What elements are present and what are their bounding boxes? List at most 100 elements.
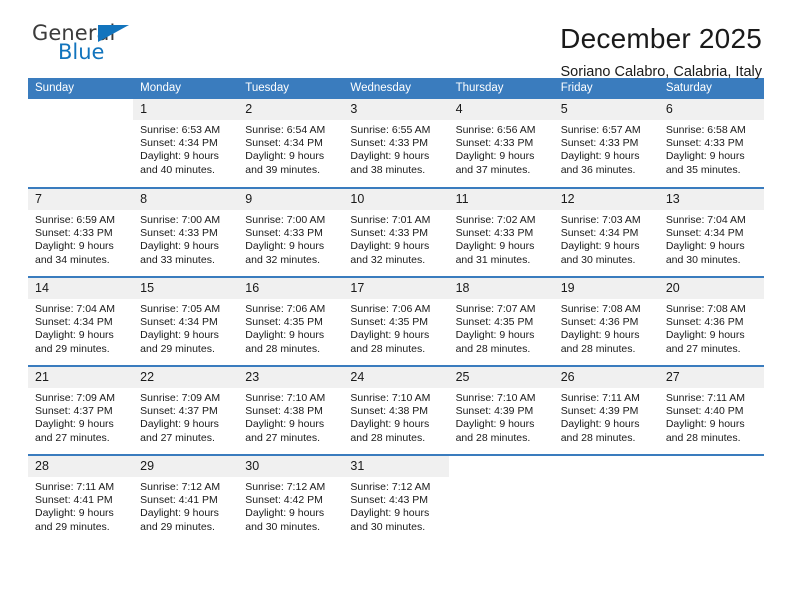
calendar-page: General Blue December 2025 Soriano Calab… xyxy=(0,0,792,612)
daylight-text-line2: and 37 minutes. xyxy=(455,163,531,176)
day-cell[interactable]: 29 Sunrise: 7:12 AM Sunset: 4:41 PM Dayligh… xyxy=(133,456,239,544)
day-number: 7 xyxy=(28,189,134,210)
daylight-text-line2: and 28 minutes. xyxy=(455,342,531,355)
calendar-cell: 13 Sunrise: 7:04 AM Sunset: 4:34 PM Dayligh… xyxy=(658,187,764,277)
daylight-text-line2: and 28 minutes. xyxy=(350,342,426,355)
day-cell[interactable]: 7 Sunrise: 6:59 AM Sunset: 4:33 PM Daylight… xyxy=(28,189,134,276)
daylight-text-line1: Daylight: 9 hours xyxy=(35,240,114,253)
day-number: 30 xyxy=(238,456,344,477)
day-cell[interactable]: 26 Sunrise: 7:11 AM Sunset: 4:39 PM Dayligh… xyxy=(553,367,659,454)
day-details: Sunrise: 6:58 AM Sunset: 4:33 PM Daylight:… xyxy=(659,120,764,177)
day-details: Sunrise: 7:05 AM Sunset: 4:34 PM Daylight:… xyxy=(133,299,238,356)
calendar-week-row: 14 Sunrise: 7:04 AM Sunset: 4:34 PM Dayligh… xyxy=(28,276,764,366)
day-details: Sunrise: 7:10 AM Sunset: 4:38 PM Daylight:… xyxy=(238,388,343,445)
day-cell[interactable]: 4 Sunrise: 6:56 AM Sunset: 4:33 PM Daylight… xyxy=(448,99,554,187)
sunset-text: Sunset: 4:33 PM xyxy=(35,227,113,240)
sunset-text: Sunset: 4:35 PM xyxy=(455,316,534,329)
calendar-cell xyxy=(28,99,133,188)
day-details: Sunrise: 7:11 AM Sunset: 4:41 PM Daylight:… xyxy=(28,477,133,534)
day-details: Sunrise: 7:12 AM Sunset: 4:41 PM Daylight:… xyxy=(133,477,238,534)
day-cell[interactable]: 31 Sunrise: 7:12 AM Sunset: 4:43 PM Dayligh… xyxy=(343,456,449,544)
day-cell[interactable]: 9 Sunrise: 7:00 AM Sunset: 4:33 PM Daylight… xyxy=(238,189,344,276)
daylight-text-line2: and 36 minutes. xyxy=(560,163,636,176)
calendar-cell: 21 Sunrise: 7:09 AM Sunset: 4:37 PM Dayligh… xyxy=(28,365,134,455)
sunrise-text: Sunrise: 7:05 AM xyxy=(140,303,221,315)
calendar-cell: 22 Sunrise: 7:09 AM Sunset: 4:37 PM Dayligh… xyxy=(133,365,239,455)
day-cell[interactable]: 22 Sunrise: 7:09 AM Sunset: 4:37 PM Dayligh… xyxy=(133,367,239,454)
day-cell[interactable]: 8 Sunrise: 7:00 AM Sunset: 4:33 PM Daylight… xyxy=(133,189,239,276)
day-cell[interactable]: 6 Sunrise: 6:58 AM Sunset: 4:33 PM Daylight… xyxy=(658,99,764,187)
day-details: Sunrise: 7:08 AM Sunset: 4:36 PM Daylight:… xyxy=(554,299,659,356)
sunrise-text: Sunrise: 7:00 AM xyxy=(140,214,221,226)
day-number: 29 xyxy=(133,456,239,477)
calendar-cell: 16 Sunrise: 7:06 AM Sunset: 4:35 PM Dayligh… xyxy=(238,276,344,366)
sunset-text: Sunset: 4:33 PM xyxy=(455,227,534,240)
day-cell[interactable]: 15 Sunrise: 7:05 AM Sunset: 4:34 PM Dayligh… xyxy=(133,278,239,365)
brand-logo[interactable]: General Blue xyxy=(28,22,148,74)
daylight-text-line1: Daylight: 9 hours xyxy=(665,150,745,163)
sunset-text: Sunset: 4:38 PM xyxy=(245,405,323,418)
daylight-text-line1: Daylight: 9 hours xyxy=(35,418,114,431)
sunrise-text: Sunrise: 7:01 AM xyxy=(350,214,431,226)
daylight-text-line2: and 39 minutes. xyxy=(245,163,320,176)
day-cell[interactable]: 27 Sunrise: 7:11 AM Sunset: 4:40 PM Dayligh… xyxy=(658,367,764,454)
day-cell[interactable]: 12 Sunrise: 7:03 AM Sunset: 4:34 PM Dayligh… xyxy=(553,189,659,276)
day-cell[interactable]: 11 Sunrise: 7:02 AM Sunset: 4:33 PM Dayligh… xyxy=(448,189,554,276)
sunset-text: Sunset: 4:33 PM xyxy=(350,227,429,240)
day-cell[interactable]: 25 Sunrise: 7:10 AM Sunset: 4:39 PM Dayligh… xyxy=(448,367,554,454)
weekday-header-wednesday: Wednesday xyxy=(343,78,449,99)
day-cell[interactable]: 23 Sunrise: 7:10 AM Sunset: 4:38 PM Dayligh… xyxy=(238,367,344,454)
calendar-cell xyxy=(448,454,554,544)
day-cell-empty xyxy=(449,456,554,544)
day-details: Sunrise: 7:10 AM Sunset: 4:38 PM Daylight:… xyxy=(343,388,448,445)
day-cell[interactable]: 2 Sunrise: 6:54 AM Sunset: 4:34 PM Daylight… xyxy=(238,99,344,187)
day-cell[interactable]: 18 Sunrise: 7:07 AM Sunset: 4:35 PM Dayligh… xyxy=(448,278,554,365)
sunrise-text: Sunrise: 7:06 AM xyxy=(350,303,431,315)
day-cell[interactable]: 13 Sunrise: 7:04 AM Sunset: 4:34 PM Dayligh… xyxy=(658,189,764,276)
calendar-cell: 10 Sunrise: 7:01 AM Sunset: 4:33 PM Dayligh… xyxy=(343,187,449,277)
sunset-text: Sunset: 4:33 PM xyxy=(560,137,639,150)
day-cell[interactable]: 19 Sunrise: 7:08 AM Sunset: 4:36 PM Dayligh… xyxy=(553,278,659,365)
day-cell[interactable]: 10 Sunrise: 7:01 AM Sunset: 4:33 PM Dayligh… xyxy=(343,189,449,276)
calendar-week-row: 1 Sunrise: 6:53 AM Sunset: 4:34 PM Daylight… xyxy=(28,99,764,188)
calendar-cell: 28 Sunrise: 7:11 AM Sunset: 4:41 PM Dayligh… xyxy=(28,454,134,544)
calendar-cell: 25 Sunrise: 7:10 AM Sunset: 4:39 PM Dayligh… xyxy=(448,365,554,455)
daylight-text-line2: and 32 minutes. xyxy=(350,253,426,266)
day-number xyxy=(449,456,554,477)
calendar-cell: 15 Sunrise: 7:05 AM Sunset: 4:34 PM Dayligh… xyxy=(133,276,239,366)
day-cell[interactable]: 30 Sunrise: 7:12 AM Sunset: 4:42 PM Dayligh… xyxy=(238,456,344,544)
day-cell-empty xyxy=(554,456,659,544)
sunrise-text: Sunrise: 7:04 AM xyxy=(35,303,115,315)
day-cell[interactable]: 24 Sunrise: 7:10 AM Sunset: 4:38 PM Dayligh… xyxy=(343,367,449,454)
daylight-text-line2: and 28 minutes. xyxy=(560,431,636,444)
calendar-week-row: 7 Sunrise: 6:59 AM Sunset: 4:33 PM Daylight… xyxy=(28,187,764,277)
day-cell[interactable]: 17 Sunrise: 7:06 AM Sunset: 4:35 PM Dayligh… xyxy=(343,278,449,365)
day-cell[interactable]: 20 Sunrise: 7:08 AM Sunset: 4:36 PM Dayligh… xyxy=(658,278,764,365)
daylight-text-line2: and 27 minutes. xyxy=(140,431,215,444)
calendar-cell: 17 Sunrise: 7:06 AM Sunset: 4:35 PM Dayligh… xyxy=(343,276,449,366)
calendar-cell: 27 Sunrise: 7:11 AM Sunset: 4:40 PM Dayligh… xyxy=(658,365,764,455)
sunset-text: Sunset: 4:38 PM xyxy=(350,405,429,418)
day-number: 22 xyxy=(133,367,239,388)
day-number: 1 xyxy=(133,99,239,120)
daylight-text-line2: and 33 minutes. xyxy=(140,253,215,266)
day-details: Sunrise: 7:04 AM Sunset: 4:34 PM Daylight:… xyxy=(659,210,764,267)
sunrise-text: Sunrise: 7:10 AM xyxy=(455,392,536,404)
daylight-text-line1: Daylight: 9 hours xyxy=(350,418,430,431)
sunrise-text: Sunrise: 7:07 AM xyxy=(455,303,536,315)
day-details: Sunrise: 7:02 AM Sunset: 4:33 PM Daylight:… xyxy=(449,210,554,267)
weekday-header-monday: Monday xyxy=(133,78,239,99)
day-cell[interactable]: 1 Sunrise: 6:53 AM Sunset: 4:34 PM Daylight… xyxy=(133,99,239,187)
sunset-text: Sunset: 4:41 PM xyxy=(140,494,218,507)
day-cell[interactable]: 3 Sunrise: 6:55 AM Sunset: 4:33 PM Daylight… xyxy=(343,99,449,187)
day-cell[interactable]: 21 Sunrise: 7:09 AM Sunset: 4:37 PM Dayligh… xyxy=(28,367,134,454)
day-number: 17 xyxy=(343,278,449,299)
day-cell[interactable]: 16 Sunrise: 7:06 AM Sunset: 4:35 PM Dayligh… xyxy=(238,278,344,365)
day-number: 19 xyxy=(553,278,659,299)
day-cell[interactable]: 28 Sunrise: 7:11 AM Sunset: 4:41 PM Dayligh… xyxy=(28,456,134,544)
day-cell[interactable]: 5 Sunrise: 6:57 AM Sunset: 4:33 PM Daylight… xyxy=(553,99,659,187)
daylight-text-line2: and 40 minutes. xyxy=(140,163,215,176)
day-cell[interactable]: 14 Sunrise: 7:04 AM Sunset: 4:34 PM Dayligh… xyxy=(28,278,134,365)
sunset-text: Sunset: 4:37 PM xyxy=(35,405,113,418)
day-details: Sunrise: 7:06 AM Sunset: 4:35 PM Daylight:… xyxy=(238,299,343,356)
